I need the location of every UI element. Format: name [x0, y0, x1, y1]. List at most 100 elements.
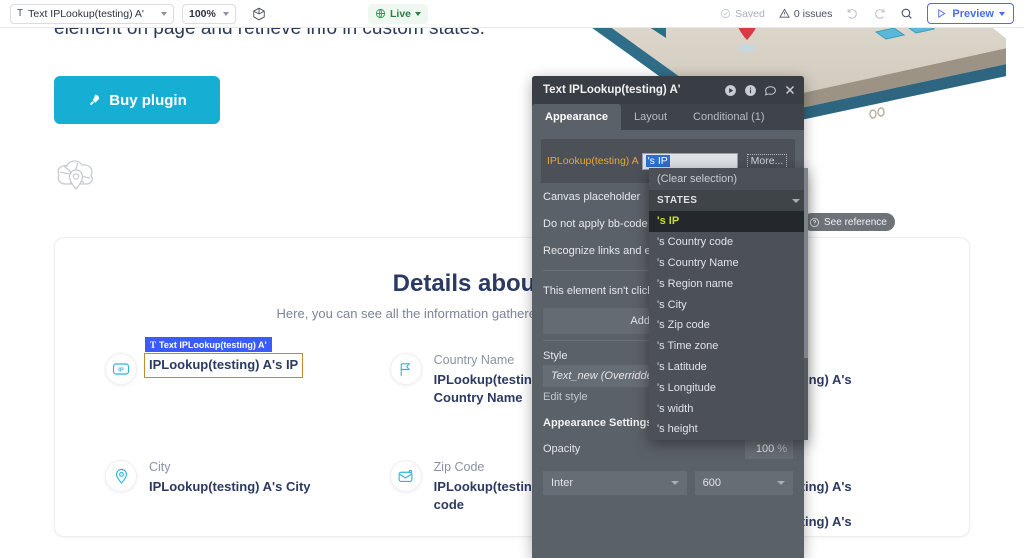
tab-conditional[interactable]: Conditional (1) — [680, 104, 778, 130]
saved-label: Saved — [735, 7, 765, 20]
chevron-down-icon — [223, 11, 229, 16]
play-circle-button[interactable] — [724, 84, 737, 97]
comment-button[interactable] — [764, 84, 777, 97]
redo-icon — [875, 9, 885, 19]
selection-badge-label: Text IPLookup(testing) A' — [159, 339, 267, 350]
undo-button[interactable] — [846, 7, 859, 20]
details-subtitle: Here, you can see all the information ga… — [276, 306, 748, 321]
ip-badge-icon: IP — [105, 353, 137, 385]
dropdown-item-ip[interactable]: 's IP — [649, 211, 808, 232]
dropdown-item-time-zone[interactable]: 's Time zone — [649, 336, 808, 357]
field-city-label: City — [149, 460, 171, 475]
search-button[interactable] — [900, 7, 913, 20]
field-ip-value: IPLookup(testing) A's IP — [149, 357, 299, 372]
field-ip-value-box[interactable]: IPLookup(testing) A's IP — [144, 353, 304, 378]
chevron-down-icon — [777, 481, 785, 485]
dropdown-item-region-name[interactable]: 's Region name — [649, 273, 808, 294]
check-circle-icon — [721, 8, 731, 19]
opacity-row: Opacity 100 % — [543, 439, 793, 459]
dropdown-item-zip-code[interactable]: 's Zip code — [649, 315, 808, 336]
warning-triangle-icon — [779, 8, 790, 18]
states-dropdown[interactable]: (Clear selection) STATES 's IP 's Countr… — [649, 168, 808, 440]
dynamic-state-value: 's IP — [645, 155, 670, 167]
svg-text:IP: IP — [118, 368, 124, 374]
font-weight-select[interactable]: 600 — [694, 471, 793, 495]
saved-status: Saved — [720, 8, 765, 20]
zoom-level-label: 100% — [189, 7, 216, 20]
flag-icon — [389, 353, 422, 385]
selection-badge: T Text IPLookup(testing) A' — [145, 337, 272, 352]
location-pin-icon — [105, 460, 137, 493]
dropdown-clear-selection[interactable]: (Clear selection) — [649, 168, 808, 190]
details-title: Details about your IP — [392, 270, 632, 297]
cloud-location-pin-icon — [54, 156, 98, 194]
dropdown-item-country-name[interactable]: 's Country Name — [649, 253, 808, 274]
dropdown-item-width[interactable]: 's width — [649, 398, 808, 419]
field-ip-body: T Text IPLookup(testing) A' IPLookup(tes… — [144, 337, 304, 378]
dropdown-item-height[interactable]: 's height — [649, 419, 808, 440]
live-mode-dropdown[interactable]: Live — [368, 3, 429, 24]
opacity-input[interactable]: 100 % — [745, 439, 793, 459]
page-surface: element on page and retrieve info in cus… — [18, 28, 1006, 558]
3d-cube-button[interactable] — [248, 4, 270, 24]
font-family-value: Inter — [551, 477, 574, 489]
opacity-label: Opacity — [543, 443, 581, 455]
tab-layout[interactable]: Layout — [621, 104, 680, 130]
rocket-icon — [90, 94, 100, 106]
dynamic-state-field[interactable]: 's IP — [641, 152, 738, 170]
close-button[interactable] — [784, 84, 796, 96]
element-selector-dropdown[interactable]: T Text IPLookup(testing) A' — [10, 3, 174, 24]
details-grid: IP T Text IPLookup(testing) A' IPLookup(… — [105, 337, 949, 548]
buy-plugin-label: Buy plugin — [109, 91, 187, 109]
dropdown-item-longitude[interactable]: 's Longitude — [649, 377, 808, 398]
chevron-down-icon — [792, 198, 800, 203]
redo-button[interactable] — [873, 7, 886, 20]
zoom-dropdown[interactable]: 100% — [182, 3, 236, 24]
envelope-icon — [389, 460, 422, 493]
font-controls-row: Inter 600 — [543, 471, 793, 495]
field-ip[interactable]: IP T Text IPLookup(testing) A' IPLookup(… — [105, 337, 380, 406]
font-weight-value: 600 — [702, 477, 721, 489]
chevron-down-icon — [670, 481, 679, 485]
info-button[interactable] — [744, 84, 757, 97]
tab-appearance[interactable]: Appearance — [532, 104, 621, 130]
hero-paragraph: element on page and retrieve info in cus… — [54, 28, 485, 39]
panel-tabs: Appearance Layout Conditional (1) — [532, 104, 804, 130]
see-reference-label: See reference — [824, 216, 887, 228]
toolbar-right-group: Saved 0 issues Preview — [720, 3, 1014, 24]
dropdown-scrollbar[interactable] — [804, 168, 808, 440]
info-circle-icon — [745, 84, 756, 96]
issues-label: 0 issues — [793, 7, 833, 20]
opacity-unit: % — [777, 443, 787, 455]
chevron-down-icon — [999, 11, 1005, 16]
field-city-body: City IPLookup(testing) A's City — [149, 460, 311, 496]
dropdown-item-country-code[interactable]: 's Country code — [649, 232, 808, 253]
font-family-select[interactable]: Inter — [543, 471, 687, 495]
appearance-settings-title: Appearance Settings — [543, 417, 653, 429]
globe-icon — [375, 8, 386, 19]
dynamic-source-label: IPLookup(testing) A — [547, 155, 639, 167]
live-label: Live — [390, 7, 412, 20]
dropdown-item-latitude[interactable]: 's Latitude — [649, 357, 808, 378]
opacity-value: 100 — [755, 443, 775, 455]
preview-label: Preview — [952, 7, 994, 20]
panel-header[interactable]: Text IPLookup(testing) A' — [532, 76, 804, 104]
3d-cube-icon — [253, 7, 265, 20]
buy-plugin-button[interactable]: Buy plugin — [54, 76, 220, 124]
text-T-icon: T — [150, 339, 157, 350]
top-toolbar: T Text IPLookup(testing) A' 100% Live Sa… — [0, 0, 1024, 28]
issues-button[interactable]: 0 issues — [779, 7, 833, 20]
field-city-value: IPLookup(testing) A's City — [149, 479, 311, 495]
chevron-down-icon — [161, 11, 167, 16]
dropdown-item-city[interactable]: 's City — [649, 294, 808, 315]
undo-icon — [848, 9, 858, 19]
search-icon — [902, 8, 913, 19]
preview-button[interactable]: Preview — [927, 3, 1014, 24]
more-options-button[interactable]: More... — [746, 153, 788, 169]
dropdown-section-states[interactable]: STATES — [649, 190, 808, 211]
text-T-icon: T — [17, 8, 24, 19]
design-canvas[interactable]: element on page and retrieve info in cus… — [0, 28, 1024, 558]
edit-style-link[interactable]: Edit style — [543, 391, 588, 403]
see-reference-tooltip[interactable]: See reference — [803, 213, 895, 231]
field-city[interactable]: City IPLookup(testing) A's City — [105, 460, 380, 548]
